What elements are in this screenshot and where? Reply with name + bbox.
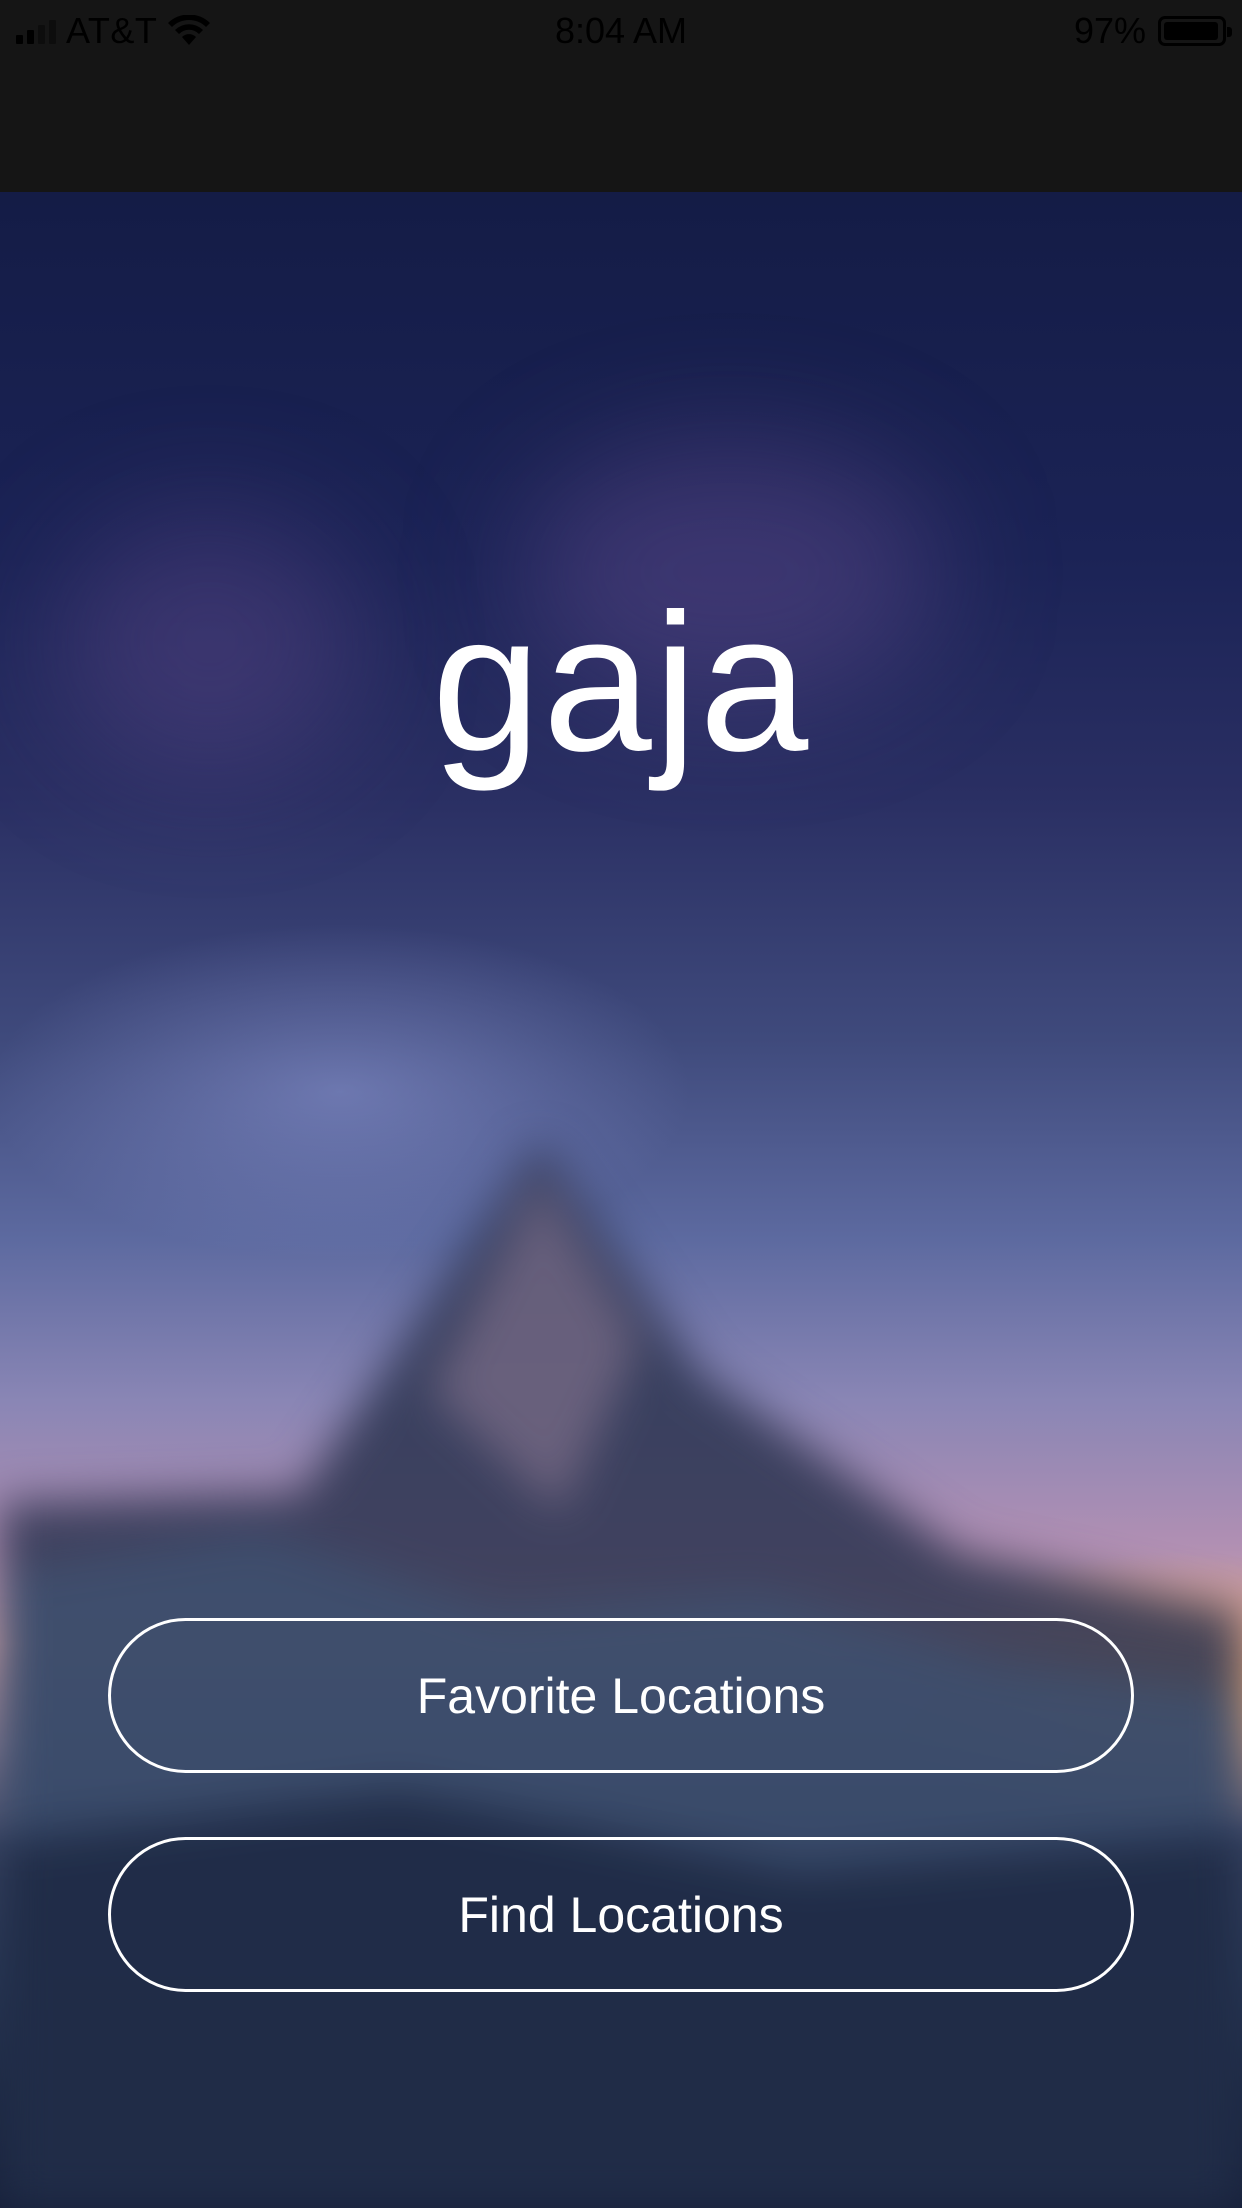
favorite-locations-label: Favorite Locations (416, 1667, 826, 1724)
favorite-locations-button[interactable]: Favorite Locations (108, 1618, 1134, 1773)
find-locations-button[interactable]: Find Locations (108, 1837, 1134, 1992)
find-locations-label: Find Locations (458, 1886, 784, 1943)
app-title: gaja (431, 573, 811, 792)
status-right: 97% (1073, 10, 1232, 52)
top-bar: AT&T 8:04 AM 97% (0, 0, 1242, 192)
home-screen: AT&T 8:04 AM 97% gaja Favorite Locations… (0, 0, 1242, 2208)
battery-percent: 97% (1073, 10, 1146, 51)
status-bar: AT&T 8:04 AM 97% (0, 0, 1242, 62)
status-time: 8:04 AM (554, 10, 688, 51)
battery-icon (1158, 16, 1232, 46)
battery-level-fill (1164, 22, 1218, 40)
